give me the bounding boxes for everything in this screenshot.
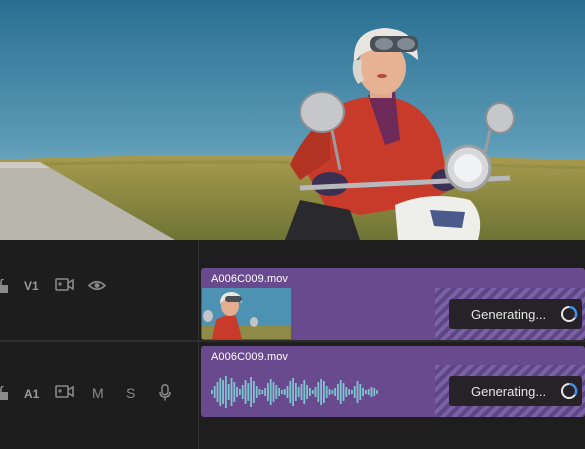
waveform-bar	[289, 381, 292, 403]
waveform-bar	[331, 390, 334, 394]
waveform-bar	[250, 377, 252, 407]
waveform-bar	[222, 380, 224, 404]
waveform-bar	[320, 379, 322, 405]
waveform-bar	[309, 388, 311, 396]
waveform-bar	[370, 387, 373, 397]
waveform-bar	[292, 378, 294, 406]
waveform-bar	[334, 388, 336, 396]
track-label-v1[interactable]: V1	[24, 279, 39, 293]
waveform-bar	[255, 386, 258, 398]
program-monitor	[0, 0, 585, 240]
solo-button[interactable]: S	[126, 385, 135, 401]
waveform-bar	[253, 381, 255, 403]
video-clip[interactable]: A006C009.mov Generating...	[201, 268, 585, 340]
camera-icon	[55, 385, 74, 398]
waveform-bar	[269, 379, 272, 405]
waveform-bar	[337, 384, 339, 400]
waveform-bar	[323, 381, 325, 403]
waveform-bar	[339, 380, 342, 404]
track-label-a1[interactable]: A1	[24, 387, 39, 401]
waveform-bar	[353, 386, 356, 398]
mute-button[interactable]: M	[92, 385, 104, 401]
waveform-bar	[311, 390, 314, 394]
waveform-bar	[328, 389, 331, 395]
a1-camera-icon[interactable]	[55, 385, 74, 398]
waveform-bar	[367, 389, 370, 395]
audio-generating-indicator: Generating...	[449, 376, 582, 406]
v1-lock-icon[interactable]	[0, 279, 8, 293]
waveform-bar	[211, 390, 213, 394]
waveform-bar	[239, 389, 241, 395]
waveform-bar	[213, 386, 216, 398]
waveform-bar	[303, 380, 306, 404]
waveform-bar	[258, 389, 261, 395]
waveform-bar	[264, 388, 266, 396]
track-header-column	[0, 240, 198, 449]
waveform-bar	[267, 383, 269, 401]
waveform-bar	[272, 382, 275, 402]
waveform-bar	[286, 386, 289, 398]
waveform-bar	[359, 384, 362, 400]
waveform-bar	[348, 389, 350, 395]
waveform-bar	[236, 387, 238, 397]
microphone-icon	[159, 384, 171, 401]
waveform-bar	[317, 382, 320, 402]
waveform-bar	[351, 390, 353, 394]
audio-generating-text: Generating...	[471, 383, 547, 399]
eye-icon	[88, 280, 106, 291]
waveform-bar	[365, 390, 367, 394]
video-clip-name: A006C009.mov	[211, 273, 289, 285]
audio-clip-name: A006C009.mov	[211, 351, 289, 363]
waveform-bar	[261, 390, 264, 394]
waveform-bar	[297, 387, 300, 397]
waveform-bar	[247, 383, 250, 401]
waveform-bar	[230, 378, 233, 406]
video-clip-thumbnail	[202, 288, 291, 339]
waveform-bar	[219, 378, 222, 406]
waveform-bar	[227, 384, 230, 400]
preview-frame-image	[0, 0, 585, 240]
waveform-bar	[225, 376, 227, 408]
v1-eye-toggle[interactable]	[88, 280, 106, 291]
waveform-bar	[281, 390, 283, 394]
waveform-bar	[356, 381, 359, 403]
audio-generating-region: Generating...	[435, 365, 585, 417]
timeline-panel: V1 A006C009.mov Generating... A1 M S A00…	[0, 240, 585, 449]
waveform-bar	[342, 383, 345, 401]
v1-camera-icon[interactable]	[55, 278, 74, 291]
waveform-bar	[241, 385, 244, 399]
waveform-bar	[376, 390, 378, 394]
waveform-bar	[373, 388, 376, 396]
video-generating-text: Generating...	[471, 306, 547, 322]
lock-icon	[0, 279, 8, 293]
audio-waveform	[211, 376, 378, 408]
track-header-divider	[198, 240, 199, 449]
waveform-bar	[295, 383, 297, 401]
lock-icon	[0, 386, 8, 400]
waveform-bar	[233, 382, 236, 402]
waveform-bar	[244, 380, 247, 404]
waveform-bar	[345, 387, 348, 397]
audio-clip[interactable]: A006C009.mov Generating...	[201, 346, 585, 417]
waveform-bar	[314, 387, 317, 397]
waveform-bar	[275, 385, 278, 399]
waveform-bar	[300, 384, 303, 400]
spinner-icon	[561, 305, 578, 322]
waveform-bar	[283, 389, 286, 395]
a1-lock-icon[interactable]	[0, 386, 8, 400]
video-generating-region: Generating...	[435, 288, 585, 340]
camera-icon	[55, 278, 74, 291]
waveform-bar	[216, 382, 219, 402]
waveform-bar	[325, 386, 328, 398]
waveform-bar	[306, 385, 308, 399]
voiceover-record-button[interactable]	[159, 384, 171, 401]
video-generating-indicator: Generating...	[449, 299, 582, 329]
spinner-icon	[561, 382, 578, 399]
waveform-bar	[278, 388, 280, 396]
waveform-bar	[362, 388, 364, 396]
video-audio-divider	[0, 340, 585, 342]
